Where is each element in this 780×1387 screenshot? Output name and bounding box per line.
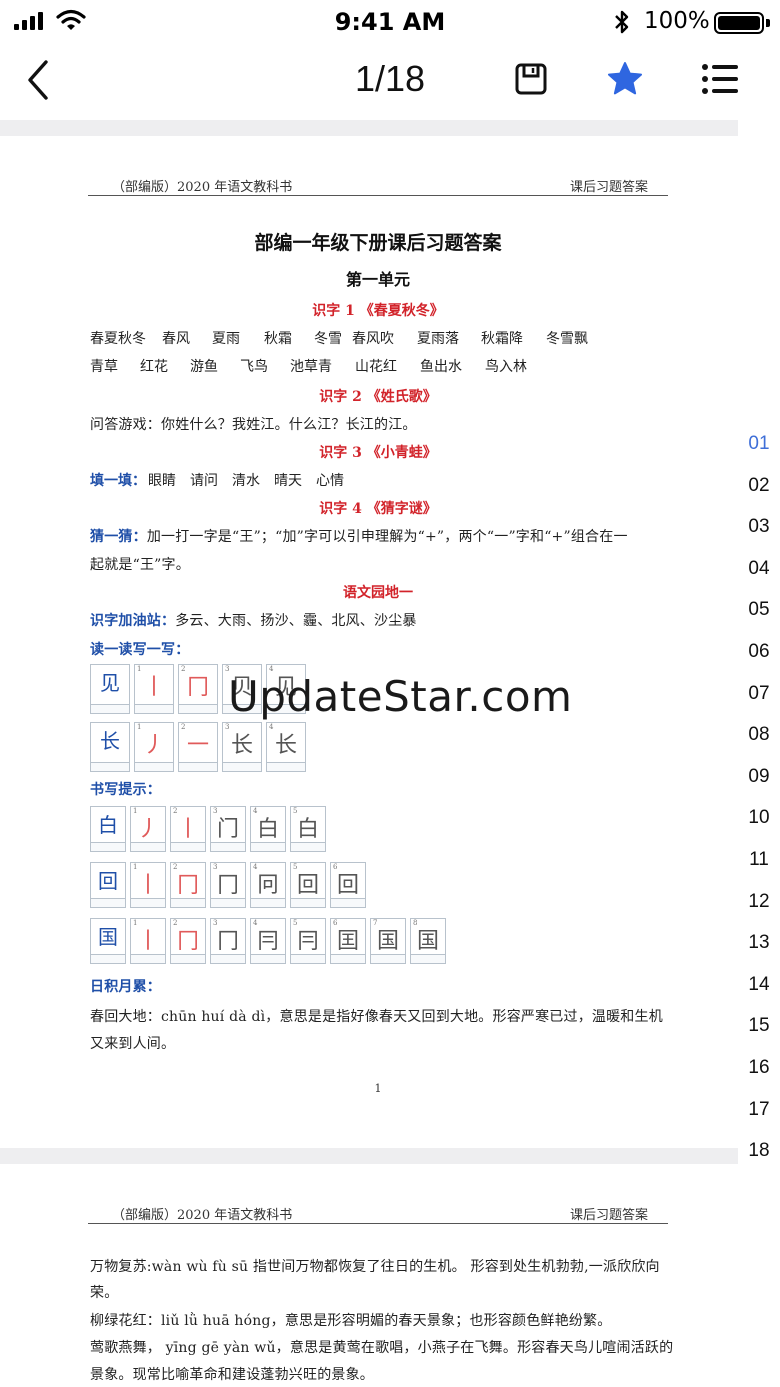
header-left: （部编版）2020 年语文教科书 (112, 1208, 293, 1223)
fill-in-row: 填一填： 眼睛 请问 清水 晴天 心情 (90, 473, 344, 489)
stroke-grid-bai: 白 1丿 2丨 3门 4白 5白 (90, 806, 326, 852)
page-index-03[interactable]: 03 (738, 506, 780, 548)
pdf-page-1[interactable]: （部编版）2020 年语文教科书 课后习题答案 部编一年级下册课后习题答案 第一… (0, 136, 738, 1148)
page-index-12[interactable]: 12 (738, 881, 780, 923)
idiom-line-3: 柳绿花红：liǔ lǜ huā hóng，意思是形容明媚的春天景象；也形容颜色鲜… (90, 1313, 612, 1329)
stroke-grid-chang: 长 1丿 2一 3长 4长 (90, 722, 306, 772)
pdf-page-2[interactable]: （部编版）2020 年语文教科书 课后习题答案 万物复苏:wàn wù fù s… (0, 1164, 738, 1387)
unit-heading: 第一单元 (345, 270, 410, 289)
page-header: （部编版）2020 年语文教科书 课后习题答案 (88, 176, 668, 196)
page-index-11[interactable]: 11 (738, 839, 780, 881)
save-disk-icon[interactable] (514, 62, 548, 96)
riddle-line-1: 猜一猜：加一打一字是“王”；“加”字可以引申理解为“+”，两个“一”字和“+”组… (90, 529, 628, 545)
page-index-18[interactable]: 18 (738, 1130, 780, 1172)
section-title-4: 识字 4 《猜字谜》 (319, 501, 437, 517)
page-index-07[interactable]: 07 (738, 673, 780, 715)
page-index-08[interactable]: 08 (738, 714, 780, 756)
page-number: 1 (374, 1082, 382, 1095)
section-2-text: 问答游戏：你姓什么？我姓江。什么江？长江的江。 (90, 417, 417, 433)
header-right: 课后习题答案 (569, 180, 648, 195)
page-index-14[interactable]: 14 (738, 964, 780, 1006)
word-row-1: 春夏秋冬 春风 夏雨 秋霜 冬雪 春风吹 夏雨落 秋霜降 冬雪飘 (90, 331, 588, 347)
daily-line-2: 又来到人间。 (90, 1036, 176, 1052)
garden-title: 语文园地一 (343, 585, 413, 601)
page-index-15[interactable]: 15 (738, 1005, 780, 1047)
page-index-09[interactable]: 09 (738, 756, 780, 798)
page-index-05[interactable]: 05 (738, 589, 780, 631)
riddle-line-2: 起就是“王”字。 (90, 557, 190, 573)
nav-bar: 1/18 (0, 46, 780, 118)
page-index-10[interactable]: 10 (738, 797, 780, 839)
idiom-line-1: 万物复苏:wàn wù fù sū 指世间万物都恢复了往日的生机。 形容到处生机… (90, 1259, 660, 1275)
read-write-label: 读一读写一写： (90, 642, 190, 658)
battery-tip (766, 19, 770, 27)
page-separator (0, 1148, 738, 1164)
daily-accumulation-label: 日积月累： (90, 979, 161, 995)
page-index-rail: 01 02 03 04 05 06 07 08 09 10 11 12 13 1… (738, 423, 780, 1172)
garden-line: 识字加油站：多云、大雨、扬沙、霾、北风、沙尘暴 (90, 613, 417, 629)
page-index-17[interactable]: 17 (738, 1089, 780, 1131)
page-index-06[interactable]: 06 (738, 631, 780, 673)
bluetooth-icon (615, 10, 629, 34)
writing-tips-label: 书写提示： (90, 782, 161, 798)
page-index-04[interactable]: 04 (738, 548, 780, 590)
watermark-text: UpdateStar.com (228, 672, 573, 721)
header-left: （部编版）2020 年语文教科书 (112, 180, 293, 195)
document-title: 部编一年级下册课后习题答案 (254, 232, 502, 254)
page-counter: 1/18 (354, 58, 426, 99)
word-row-2: 青草 红花 游鱼 飞鸟 池草青 山花红 鱼出水 鸟入林 (90, 359, 527, 375)
page-header: （部编版）2020 年语文教科书 课后习题答案 (88, 1204, 668, 1224)
stroke-grid-guo: 国 1丨 2冂 3冂 4冃 5冃 6囯 7国 8国 (90, 918, 446, 964)
page-index-01[interactable]: 01 (738, 423, 780, 465)
section-title-1: 识字 1 《春夏秋冬》 (312, 303, 444, 319)
page-separator (0, 120, 738, 136)
idiom-line-2: 荣。 (90, 1285, 119, 1301)
page-index-13[interactable]: 13 (738, 922, 780, 964)
section-title-2: 识字 2 《姓氏歌》 (319, 389, 437, 405)
star-icon[interactable] (606, 60, 644, 98)
idiom-line-4: 莺歌燕舞， yīng gē yàn wǔ，意思是黄莺在歌唱，小燕子在飞舞。形容春… (90, 1340, 674, 1356)
status-bar: 9:41 AM 100% (0, 0, 780, 46)
daily-line-1: 春回大地：chūn huí dà dì，意思是是指好像春天又回到大地。形容严寒已… (90, 1009, 663, 1025)
page-index-02[interactable]: 02 (738, 465, 780, 507)
battery-icon (714, 12, 764, 34)
stroke-grid-hui: 回 1丨 2冂 3冂 4冋 5回 6回 (90, 862, 366, 908)
page-index-16[interactable]: 16 (738, 1047, 780, 1089)
battery-percentage: 100% (644, 8, 710, 34)
list-menu-icon[interactable] (700, 62, 740, 96)
header-right: 课后习题答案 (569, 1208, 648, 1223)
section-title-3: 识字 3 《小青蛙》 (319, 445, 437, 461)
idiom-line-5: 景象。现常比喻革命和建设蓬勃兴旺的景象。 (90, 1367, 374, 1383)
